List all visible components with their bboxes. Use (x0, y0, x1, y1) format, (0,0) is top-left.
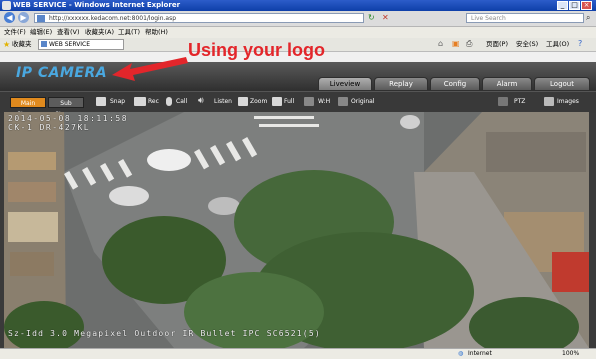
osd-timestamp: 2014-05-08 18:11:58 CK-1 DR-427KL (8, 114, 128, 132)
ptz-button[interactable]: PTZ (514, 97, 525, 107)
minimize-button[interactable]: _ (557, 1, 568, 10)
safety-menu[interactable]: 安全(S) (516, 38, 538, 51)
osd-camera-id: CK-1 DR-427KL (8, 123, 91, 132)
rec-button[interactable]: Rec (148, 97, 159, 107)
sub-stream-button[interactable]: Sub Stream (48, 97, 84, 118)
print-icon[interactable]: ⎙ (466, 39, 472, 49)
annotation-arrow-icon (112, 57, 188, 81)
search-icon[interactable]: ⌕ (586, 13, 594, 23)
annotation-text: Using your logo (188, 40, 325, 60)
main-stream-button[interactable]: Main Stream (10, 97, 46, 118)
listen-button[interactable]: Listen (214, 97, 232, 107)
window-title: WEB SERVICE - Windows Internet Explorer (13, 1, 181, 9)
street-scene-image (4, 112, 589, 348)
menu-help[interactable]: 帮助(H) (145, 27, 168, 38)
aspect-ratio-icon[interactable] (304, 97, 314, 106)
menu-tools[interactable]: 工具(T) (118, 27, 140, 38)
page-menu[interactable]: 页面(P) (486, 38, 508, 51)
status-bar: ◍ Internet 100% (0, 348, 596, 359)
maximize-button[interactable]: □ (569, 1, 580, 10)
ptz-icon[interactable] (498, 97, 508, 106)
tools-menu[interactable]: 工具(O) (546, 38, 569, 51)
video-toolbar: Main Stream Sub Stream Snap Rec Call 🔊︎ … (0, 91, 596, 118)
microphone-icon[interactable] (166, 97, 172, 106)
window-title-bar: WEB SERVICE - Windows Internet Explorer … (0, 0, 596, 11)
tab-logout[interactable]: Logout (534, 77, 590, 90)
speaker-icon[interactable]: 🔊︎ (198, 96, 204, 106)
stop-icon[interactable]: ✕ (382, 13, 392, 23)
tab-title: WEB SERVICE (49, 41, 91, 48)
osd-caption: Sz-Idd 3.0 Megapixel Outdoor IR Bullet I… (8, 329, 321, 338)
original-size-icon[interactable] (338, 97, 348, 106)
ie-icon (2, 1, 11, 10)
refresh-icon[interactable]: ↻ (368, 13, 378, 23)
fullscreen-icon[interactable] (272, 97, 282, 106)
url-input[interactable]: http://xxxxxx.kedacom.net:8001/login.asp (34, 13, 364, 23)
wh-button[interactable]: W:H (318, 97, 330, 107)
tab-config[interactable]: Config (430, 77, 480, 90)
camera-icon[interactable] (96, 97, 106, 106)
menu-bar: 文件(F) 编辑(E) 查看(V) 收藏夹(A) 工具(T) 帮助(H) (0, 27, 596, 38)
original-button[interactable]: Original (351, 97, 374, 107)
snap-button[interactable]: Snap (110, 97, 125, 107)
address-bar: ◀ ▶ http://xxxxxx.kedacom.net:8001/login… (0, 11, 596, 27)
images-button[interactable]: Images (557, 97, 579, 107)
close-button[interactable]: × (581, 1, 592, 10)
zoom-icon[interactable] (238, 97, 248, 106)
tab-liveview[interactable]: Liveview (318, 77, 372, 90)
video-record-icon[interactable] (134, 97, 146, 106)
tab-replay[interactable]: Replay (374, 77, 428, 90)
logo-text: IP CAMERA (16, 65, 108, 81)
star-icon[interactable]: ★ (3, 40, 10, 49)
help-icon[interactable]: ? (578, 39, 582, 48)
call-button[interactable]: Call (176, 97, 187, 107)
images-icon[interactable] (544, 97, 554, 106)
osd-datetime: 2014-05-08 18:11:58 (8, 114, 129, 123)
menu-edit[interactable]: 编辑(E) (30, 27, 52, 38)
feeds-icon[interactable]: ▣ (452, 39, 460, 48)
back-button[interactable]: ◀ (4, 12, 15, 23)
menu-view[interactable]: 查看(V) (57, 27, 80, 38)
tab-alarm[interactable]: Alarm (482, 77, 532, 90)
home-icon[interactable]: ⌂ (438, 39, 443, 48)
browser-tab[interactable]: WEB SERVICE (38, 39, 124, 50)
menu-favorites[interactable]: 收藏夹(A) (85, 27, 114, 38)
zoom-button[interactable]: Zoom (250, 97, 267, 107)
search-input[interactable]: Live Search (466, 13, 584, 23)
url-text: http://xxxxxx.kedacom.net:8001/login.asp (49, 15, 177, 22)
page-icon (37, 15, 45, 22)
live-video-view[interactable] (4, 112, 589, 348)
full-button[interactable]: Full (284, 97, 294, 107)
forward-button[interactable]: ▶ (18, 12, 29, 23)
favorites-label[interactable]: 收藏夹 (12, 38, 32, 51)
menu-file[interactable]: 文件(F) (4, 27, 26, 38)
tab-page-icon (41, 41, 47, 47)
